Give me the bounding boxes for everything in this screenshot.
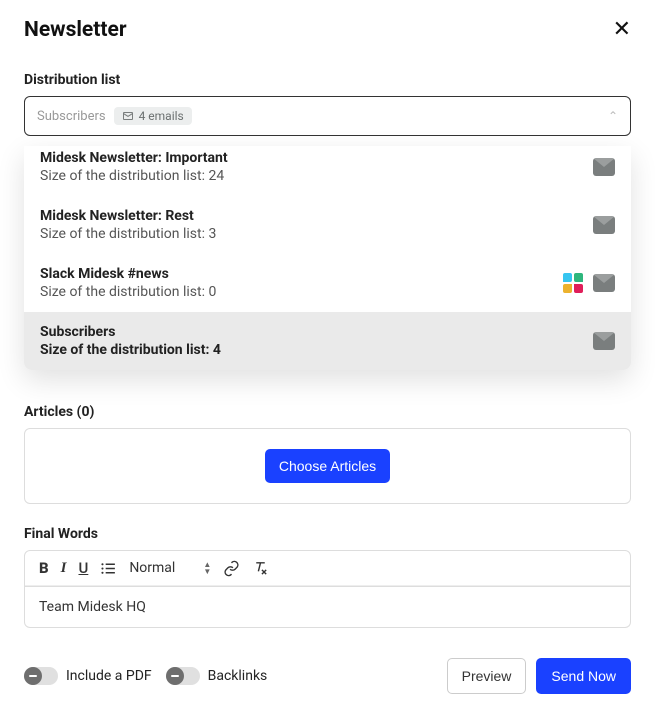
mail-icon [593,274,615,292]
modal-header: Newsletter ✕ [24,18,631,42]
mail-icon [593,332,615,350]
editor-content[interactable]: Team Midesk HQ [24,587,631,628]
sort-arrows-icon: ▲▼ [203,561,211,575]
distribution-option[interactable]: Midesk Newsletter: Rest Size of the dist… [24,196,631,254]
modal-title: Newsletter [24,18,127,42]
option-sub: Size of the distribution list: 24 [40,168,228,184]
distribution-selected-text: Subscribers [37,109,106,124]
backlinks-toggle[interactable]: Backlinks [166,667,268,685]
final-words-label: Final Words [24,526,631,542]
format-label: Normal [129,560,175,576]
option-title: Subscribers [40,324,221,340]
mail-icon [593,216,615,234]
action-buttons: Preview Send Now [447,658,631,694]
backlinks-label: Backlinks [208,668,268,684]
option-sub: Size of the distribution list: 4 [40,342,221,358]
close-icon[interactable]: ✕ [613,19,631,41]
option-sub: Size of the distribution list: 0 [40,284,216,300]
articles-label: Articles (0) [24,404,631,420]
rich-text-editor: B I U Normal ▲▼ [24,550,631,587]
link-button[interactable] [223,560,240,577]
editor-toolbar: B I U Normal ▲▼ [25,551,630,586]
emails-chip: 4 emails [114,107,192,125]
bold-button[interactable]: B [39,559,49,577]
include-pdf-label: Include a PDF [66,668,152,684]
option-title: Midesk Newsletter: Rest [40,208,216,224]
toggle-knob [24,667,42,685]
articles-section: Articles (0) Choose Articles [24,404,631,504]
lower-sections: Articles (0) Choose Articles Final Words… [0,404,655,712]
articles-box: Choose Articles [24,428,631,504]
chevron-up-icon: ⌃ [608,109,618,123]
mail-icon [593,158,615,176]
distribution-option[interactable]: Midesk Newsletter: Important Size of the… [24,146,631,196]
clear-format-button[interactable] [252,560,269,577]
preview-button[interactable]: Preview [447,658,527,694]
toggle-switch [24,667,58,685]
toggle-switch [166,667,200,685]
footer: Include a PDF Backlinks Preview Send Now [24,658,631,694]
final-words-section: Final Words B I U Normal ▲▼ [24,526,631,628]
include-pdf-toggle[interactable]: Include a PDF [24,667,152,685]
toggle-group: Include a PDF Backlinks [24,667,267,685]
option-title: Midesk Newsletter: Important [40,150,228,166]
distribution-option[interactable]: Subscribers Size of the distribution lis… [24,312,631,370]
newsletter-modal: Newsletter ✕ Distribution list Subscribe… [0,0,655,154]
italic-button[interactable]: I [61,560,67,577]
toggle-knob [166,667,184,685]
mail-icon [122,110,134,122]
chip-text: 4 emails [139,109,184,123]
option-sub: Size of the distribution list: 3 [40,226,216,242]
slack-icon [563,273,583,293]
send-now-button[interactable]: Send Now [536,658,631,694]
list-button[interactable] [100,560,117,577]
distribution-dropdown: Midesk Newsletter: Important Size of the… [24,146,631,370]
option-title: Slack Midesk #news [40,266,216,282]
choose-articles-button[interactable]: Choose Articles [265,449,390,483]
distribution-label: Distribution list [24,72,631,88]
distribution-section: Distribution list Subscribers 4 emails ⌃ [24,72,631,136]
distribution-option[interactable]: Slack Midesk #news Size of the distribut… [24,254,631,312]
underline-button[interactable]: U [78,559,88,577]
distribution-select[interactable]: Subscribers 4 emails ⌃ [24,96,631,136]
format-select[interactable]: Normal ▲▼ [129,560,211,576]
